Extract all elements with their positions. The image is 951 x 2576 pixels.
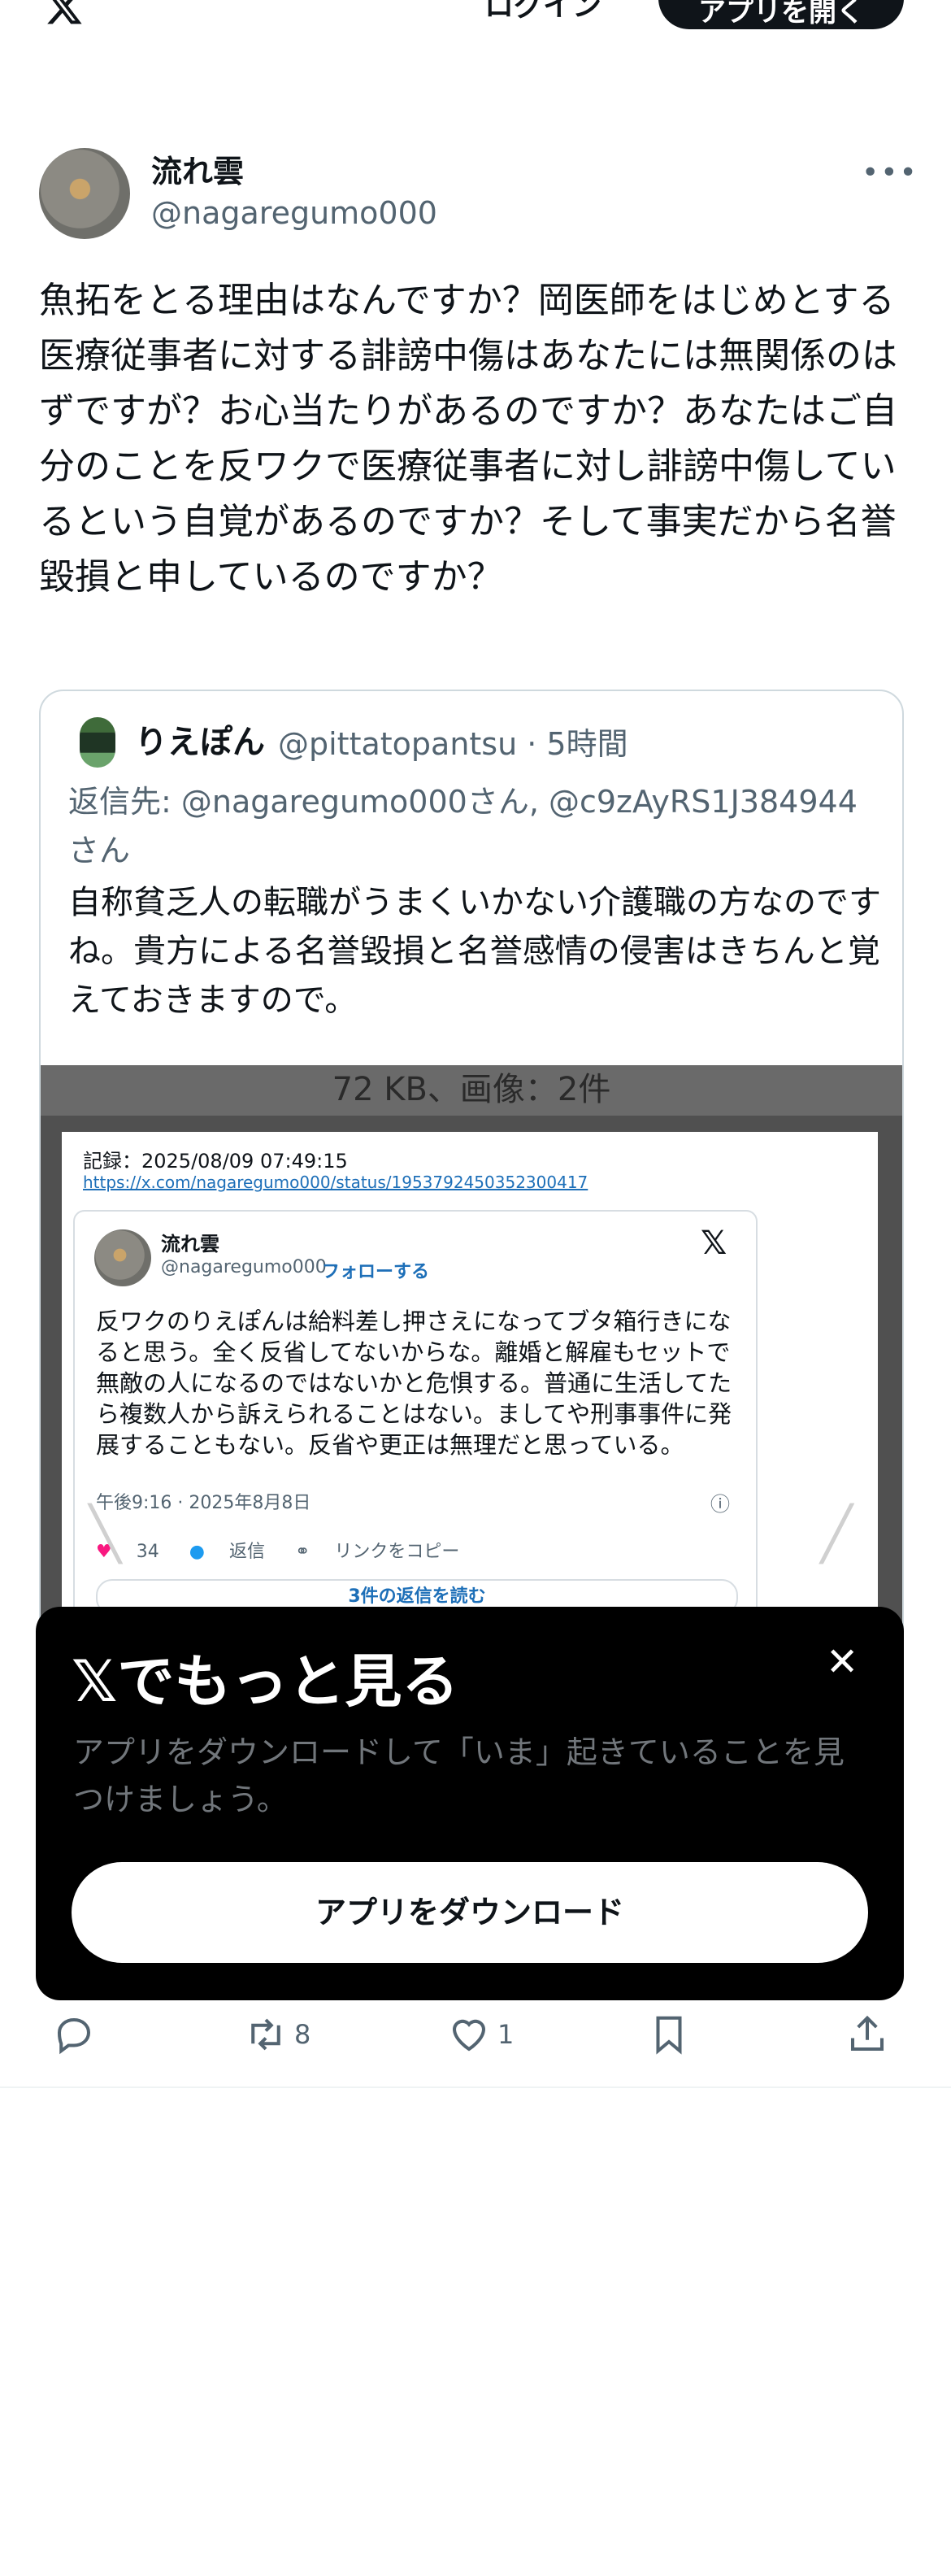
record-url: https://x.com/nagaregumo000/status/19537…: [83, 1173, 588, 1192]
reply-button[interactable]: [52, 2008, 96, 2060]
reply-icon: [57, 2017, 91, 2055]
download-app-button[interactable]: アプリをダウンロード: [72, 1862, 868, 1963]
quote-author-name: りえぽん: [135, 724, 265, 761]
tweet-text: 魚拓をとる理由はなんですか？岡医師をはじめとする医療従事者に対する誹謗中傷はあな…: [39, 280, 897, 598]
x-logo-icon[interactable]: [39, 0, 89, 28]
embedded-handle: @nagaregumo000 ·: [161, 1257, 338, 1277]
bookmark-icon: [656, 2016, 682, 2055]
author-handle[interactable]: @nagaregumo000: [151, 195, 437, 231]
login-link[interactable]: ログイン: [484, 0, 601, 24]
embedded-time: 午後9:16 · 2025年8月8日: [96, 1493, 311, 1513]
quote-author-handle: @pittatopantsu · 5時間: [278, 726, 628, 762]
tweet-actions: 8 1: [0, 2008, 951, 2073]
more-options-icon[interactable]: •••: [862, 156, 918, 189]
retweet-button[interactable]: 8: [244, 2008, 310, 2060]
avatar[interactable]: [39, 148, 130, 239]
reply-icon: ●: [189, 1542, 205, 1562]
retweet-icon: [251, 2018, 280, 2051]
panel-title: 𝕏でもっと見る: [72, 1648, 459, 1715]
media-header: 72 KB、画像：2件: [41, 1065, 902, 1116]
like-button[interactable]: 1: [447, 2008, 514, 2060]
share-icon: [850, 2015, 884, 2052]
embedded-text: 反ワクのりえぽんは給料差し押さえになってブタ箱行きになると思う。全く反省してない…: [96, 1308, 732, 1459]
embedded-reply: 返信: [228, 1542, 265, 1562]
embedded-avatar: [94, 1229, 151, 1286]
embedded-name: 流れ雲: [161, 1233, 219, 1255]
reply-to-label: 返信先: @nagaregumo000さん, @c9zAyRS1J384944さ…: [68, 784, 858, 868]
info-icon: ⓘ: [710, 1493, 730, 1516]
share-button[interactable]: [845, 2008, 889, 2060]
embedded-copy-link: リンクをコピー: [334, 1542, 460, 1562]
like-count: 1: [497, 2019, 515, 2050]
close-icon[interactable]: ✕: [826, 1639, 858, 1685]
prev-arrow-icon[interactable]: ╲: [89, 1504, 121, 1564]
embedded-actions: ♥ 34 ● 返信 ⚭ リンクをコピー: [96, 1537, 484, 1563]
top-bar: ログイン アプリを開く: [0, 0, 951, 33]
bookmark-button[interactable]: [647, 2008, 691, 2060]
x-logo-icon: 𝕏: [701, 1225, 727, 1262]
quote-text: 自称貧乏人の転職がうまくいかない介護職の方なのですね。貴方による名誉毀損と名誉感…: [68, 884, 881, 1019]
next-arrow-icon[interactable]: ╱: [821, 1504, 853, 1564]
panel-subtitle: アプリをダウンロードして「いま」起きていることを見つけましょう。: [73, 1734, 845, 1817]
open-app-button[interactable]: アプリを開く: [658, 0, 904, 29]
link-icon: ⚭: [294, 1542, 310, 1562]
heart-icon: [452, 2019, 486, 2052]
embedded-likes: 34: [136, 1542, 159, 1562]
retweet-count: 8: [294, 2019, 311, 2050]
quote-avatar: [80, 717, 115, 768]
embedded-follow: フォローする: [322, 1262, 430, 1282]
record-timestamp: 記録：2025/08/09 07:49:15: [83, 1150, 348, 1173]
divider: [0, 2086, 951, 2088]
signup-prompt-panel: 𝕏でもっと見る ✕ アプリをダウンロードして「いま」起きていることを見つけましょ…: [36, 1607, 904, 2000]
author-name[interactable]: 流れ雲: [151, 146, 244, 191]
